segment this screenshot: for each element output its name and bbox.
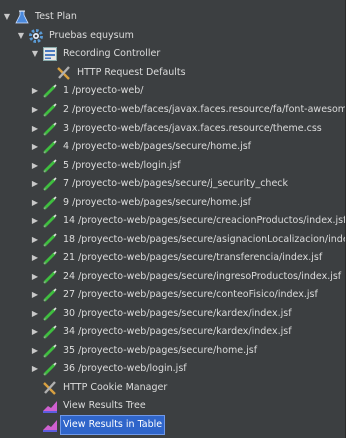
pipette-icon: [42, 102, 58, 118]
expand-right-icon[interactable]: ▶: [30, 342, 40, 360]
tree-node-label: HTTP Cookie Manager: [63, 382, 168, 393]
sampler-node[interactable]: ▶ 24 /proyecto-web/pages/secure/ingresoP…: [30, 268, 343, 286]
tree-node-label: Test Plan: [35, 11, 77, 22]
pipette-icon: [42, 361, 58, 377]
sampler-node[interactable]: ▶ 2 /proyecto-web/faces/javax.faces.reso…: [30, 101, 346, 119]
expand-right-icon[interactable]: ▶: [30, 175, 40, 193]
pipette-icon: [42, 213, 58, 229]
sampler-label: 5 /proyecto-web/login.jsf: [63, 160, 181, 171]
expand-right-icon[interactable]: ▶: [30, 268, 40, 286]
sampler-label: 18 /proyecto-web/pages/secure/asignacion…: [63, 234, 346, 245]
sampler-node[interactable]: ▶ 5 /proyecto-web/login.jsf: [30, 157, 183, 175]
sampler-node[interactable]: ▶ 35 /proyecto-web/pages/secure/home.jsf: [30, 342, 259, 360]
sampler-label: 21 /proyecto-web/pages/secure/transferen…: [63, 252, 323, 263]
pipette-icon: [42, 176, 58, 192]
sampler-label: 2 /proyecto-web/faces/javax.faces.resour…: [63, 104, 346, 115]
sampler-node[interactable]: ▶ 36 /proyecto-web/login.jsf: [30, 360, 189, 378]
tree-node-thread-group[interactable]: ▼ Pruebas equysum: [16, 27, 136, 45]
pipette-icon: [42, 287, 58, 303]
expand-right-icon[interactable]: ▶: [30, 249, 40, 267]
graph-icon: [42, 417, 58, 433]
sampler-node[interactable]: ▶ 30 /proyecto-web/pages/secure/kardex/i…: [30, 305, 294, 323]
sampler-node[interactable]: ▶ 27 /proyecto-web/pages/secure/conteoFi…: [30, 286, 320, 304]
expand-down-icon[interactable]: ▼: [16, 27, 26, 45]
wrench-icon: [56, 65, 72, 81]
sampler-label: 36 /proyecto-web/login.jsf: [63, 363, 187, 374]
expand-right-icon[interactable]: ▶: [30, 360, 40, 378]
sampler-label: 27 /proyecto-web/pages/secure/conteoFisi…: [63, 289, 318, 300]
tree-node-label: View Results Tree: [63, 400, 146, 411]
graph-icon: [42, 398, 58, 414]
sampler-label: 9 /proyecto-web/pages/secure/home.jsf: [63, 197, 252, 208]
tree-node-cookie-manager[interactable]: HTTP Cookie Manager: [30, 379, 169, 397]
expand-right-icon[interactable]: ▶: [30, 323, 40, 341]
expand-right-icon[interactable]: ▶: [30, 157, 40, 175]
sampler-node[interactable]: ▶ 7 /proyecto-web/pages/secure/j_securit…: [30, 175, 290, 193]
sampler-label: 14 /proyecto-web/pages/secure/creacionPr…: [63, 215, 346, 226]
gear-icon: [28, 28, 44, 44]
sampler-label: 3 /proyecto-web/faces/javax.faces.resour…: [63, 123, 322, 134]
pipette-icon: [42, 250, 58, 266]
sampler-node[interactable]: ▶ 34 /proyecto-web/pages/secure/kardex/i…: [30, 323, 294, 341]
pipette-icon: [42, 83, 58, 99]
expand-right-icon[interactable]: ▶: [30, 120, 40, 138]
expand-down-icon[interactable]: ▼: [30, 45, 40, 63]
sampler-node[interactable]: ▶ 4 /proyecto-web/pages/secure/home.jsf: [30, 138, 253, 156]
pipette-icon: [42, 343, 58, 359]
sampler-label: 24 /proyecto-web/pages/secure/ingresoPro…: [63, 271, 342, 282]
test-plan-tree[interactable]: ▼ Test Plan ▼ Pruebas equysum ▼ Recordin…: [0, 0, 346, 438]
wrench-icon: [42, 380, 58, 396]
pipette-icon: [42, 121, 58, 137]
tree-node-label: Pruebas equysum: [49, 30, 134, 41]
expand-down-icon[interactable]: ▼: [2, 8, 12, 26]
tree-node-view-results-table[interactable]: View Results in Table: [30, 415, 166, 435]
expand-right-icon[interactable]: ▶: [30, 138, 40, 156]
expand-right-icon[interactable]: ▶: [30, 82, 40, 100]
tree-node-label: Recording Controller: [63, 48, 161, 59]
pipette-icon: [42, 324, 58, 340]
pipette-icon: [42, 195, 58, 211]
sampler-node[interactable]: ▶ 3 /proyecto-web/faces/javax.faces.reso…: [30, 120, 324, 138]
controller-icon: [42, 46, 58, 62]
sampler-label: 35 /proyecto-web/pages/secure/home.jsf: [63, 345, 258, 356]
tree-node-http-request-defaults[interactable]: HTTP Request Defaults: [44, 64, 188, 82]
tree-node-recording-controller[interactable]: ▼ Recording Controller: [30, 45, 162, 63]
expand-right-icon[interactable]: ▶: [30, 212, 40, 230]
expand-right-icon[interactable]: ▶: [30, 194, 40, 212]
sampler-label: 34 /proyecto-web/pages/secure/kardex/ind…: [63, 326, 292, 337]
expand-right-icon[interactable]: ▶: [30, 101, 40, 119]
sampler-node[interactable]: ▶ 1 /proyecto-web/: [30, 82, 145, 100]
pipette-icon: [42, 158, 58, 174]
sampler-node[interactable]: ▶ 14 /proyecto-web/pages/secure/creacion…: [30, 212, 346, 230]
tree-node-label: View Results in Table: [59, 415, 166, 435]
pipette-icon: [42, 306, 58, 322]
sampler-node[interactable]: ▶ 18 /proyecto-web/pages/secure/asignaci…: [30, 231, 346, 249]
expand-right-icon[interactable]: ▶: [30, 231, 40, 249]
tree-node-view-results-tree[interactable]: View Results Tree: [30, 397, 148, 415]
sampler-label: 7 /proyecto-web/pages/secure/j_security_…: [63, 178, 289, 189]
sampler-label: 4 /proyecto-web/pages/secure/home.jsf: [63, 141, 252, 152]
tree-node-test-plan[interactable]: ▼ Test Plan: [2, 8, 79, 26]
tree-node-label: HTTP Request Defaults: [77, 67, 186, 78]
sampler-label: 1 /proyecto-web/: [63, 85, 144, 96]
pipette-icon: [42, 232, 58, 248]
flask-icon: [14, 9, 30, 25]
sampler-node[interactable]: ▶ 21 /proyecto-web/pages/secure/transfer…: [30, 249, 324, 267]
sampler-label: 30 /proyecto-web/pages/secure/kardex/ind…: [63, 308, 292, 319]
pipette-icon: [42, 139, 58, 155]
expand-right-icon[interactable]: ▶: [30, 305, 40, 323]
expand-right-icon[interactable]: ▶: [30, 286, 40, 304]
sampler-node[interactable]: ▶ 9 /proyecto-web/pages/secure/home.jsf: [30, 194, 253, 212]
pipette-icon: [42, 269, 58, 285]
